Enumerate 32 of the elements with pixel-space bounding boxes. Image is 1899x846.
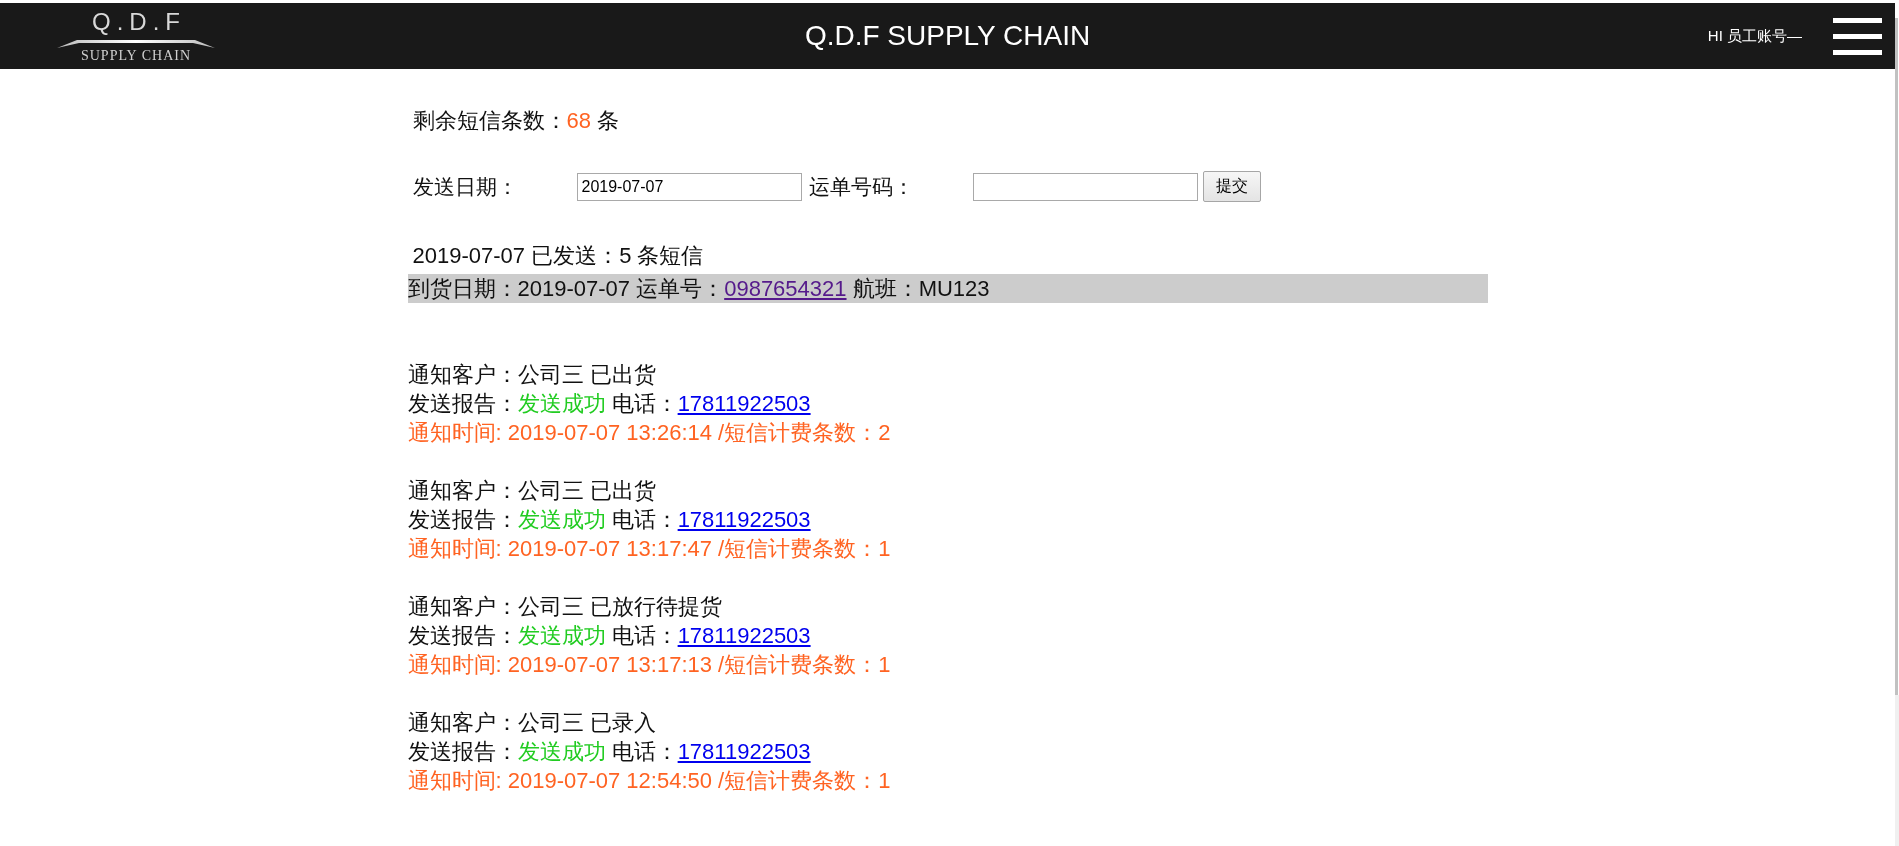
phone-link[interactable]: 17811922503	[677, 391, 811, 416]
phone-link[interactable]: 17811922503	[677, 623, 811, 648]
menu-icon[interactable]	[1833, 17, 1882, 55]
notify-time: 通知时间: 2019-07-07 13:17:47 /短信计费条数：1	[407, 536, 891, 561]
field-label: 运单号码：	[808, 174, 915, 200]
logo-tagline: SUPPLY CHAIN	[80, 48, 191, 63]
notified-customer: 通知客户：公司三 已出货	[407, 478, 656, 503]
notify-time: 通知时间: 2019-07-07 12:54:50 /短信计费条数：1	[407, 768, 891, 793]
submit-button[interactable]: 提交	[1202, 171, 1261, 202]
send-report: 发送报告：发送成功 电话：17811922503	[407, 391, 811, 416]
waybill-link[interactable]: 0987654321	[724, 276, 847, 301]
send-report: 发送报告：发送成功 电话：17811922503	[407, 623, 811, 648]
phone-link[interactable]: 17811922503	[677, 507, 811, 532]
notified-customer: 通知客户：公司三 已出货	[407, 362, 656, 387]
waybill-field[interactable]	[972, 172, 1198, 201]
send-report: 发送报告：发送成功 电话：17811922503	[407, 507, 811, 532]
notify-time: 通知时间: 2019-07-07 13:26:14 /短信计费条数：2	[407, 420, 891, 445]
notify-time: 通知时间: 2019-07-07 13:17:13 /短信计费条数：1	[407, 652, 891, 677]
phone-link[interactable]: 17811922503	[677, 739, 811, 764]
page-title: Q.D.F SUPPLY CHAIN	[804, 19, 1091, 53]
sms-balance-text: 剩余短信条数：68 条	[412, 108, 620, 133]
notified-customer: 通知客户：公司三 已放行待提货	[407, 594, 722, 619]
send-report: 发送报告：发送成功 电话：17811922503	[407, 739, 811, 764]
logo-letters: Q.D.F	[91, 9, 186, 34]
shipment-info: 到货日期：2019-07-07 运单号：0987654321 航班：MU123	[407, 276, 990, 301]
user-greeting: HI 员工账号—	[1707, 27, 1802, 45]
date-field[interactable]: 2019-07-07	[576, 172, 802, 201]
notified-customer: 通知客户：公司三 已录入	[407, 710, 656, 735]
swoosh-icon	[57, 37, 215, 48]
scrollbar-thumb[interactable]	[1895, 18, 1898, 695]
sent-summary: 2019-07-07 已发送：5 条短信	[412, 243, 704, 268]
field-label: 发送日期：	[412, 174, 519, 200]
